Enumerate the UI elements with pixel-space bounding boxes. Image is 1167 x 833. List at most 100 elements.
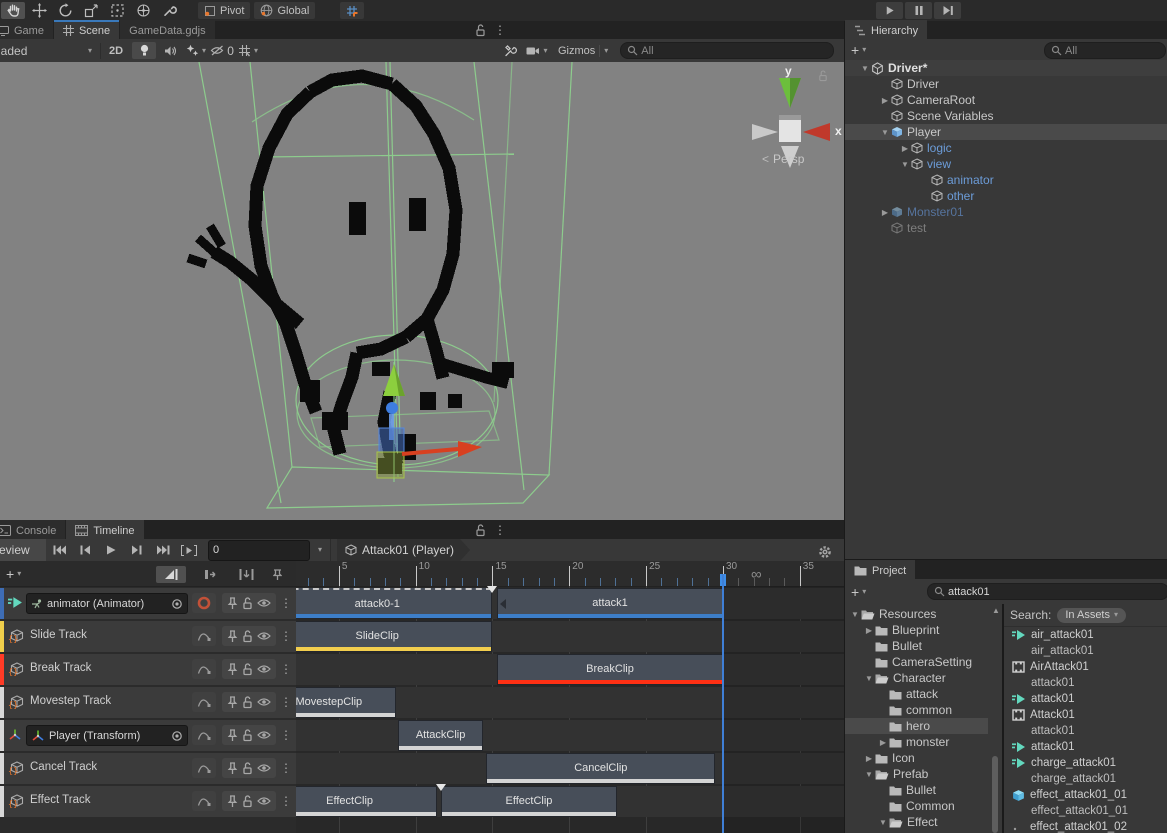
scene-lock-icon[interactable] [475,24,486,37]
mute-eye-icon[interactable] [257,664,271,674]
timeline-clip-breakclip[interactable]: BreakClip [497,654,723,685]
timeline-clip-attackclip[interactable]: AttackClip [398,720,483,751]
curves-toggle-button[interactable] [192,659,216,679]
expand-arrow-icon[interactable]: ▼ [877,818,889,827]
pin-icon[interactable] [227,663,238,676]
expand-arrow-icon[interactable]: ▶ [879,96,891,105]
track-menu-kebab[interactable]: ⋮ [280,794,292,808]
lock-icon[interactable] [242,762,253,775]
scene-search-input[interactable]: All [620,42,834,59]
tab-hierarchy[interactable]: Hierarchy [845,20,927,39]
track-lane-movestep-track[interactable]: MovestepClip [296,687,844,718]
snap-grid-button[interactable] [340,2,364,19]
track-menu-kebab[interactable]: ⋮ [280,695,292,709]
curves-toggle-button[interactable] [192,725,216,745]
scroll-up-icon[interactable]: ▲ [992,606,1000,615]
play-timeline-button[interactable] [99,542,123,559]
pin-icon[interactable] [227,696,238,709]
expand-arrow-icon[interactable]: ▼ [859,64,871,73]
ripple-mode-button[interactable] [196,566,226,583]
rotate-tool-button[interactable] [53,2,77,19]
scene-menu-kebab[interactable]: ⋮ [494,23,506,37]
play-range-button[interactable] [177,542,201,559]
rect-tool-button[interactable] [105,2,129,19]
track-menu-kebab[interactable]: ⋮ [280,596,292,610]
asset-result-charge-attack01[interactable]: charge_attack01 [1004,771,1167,787]
hierarchy-item-other[interactable]: other [845,188,1167,204]
tab-timeline[interactable]: Timeline [66,520,143,539]
project-folder-bullet[interactable]: Bullet [845,782,988,798]
frame-field-dropdown[interactable]: ▾ [318,546,322,554]
timeline-menu-kebab[interactable]: ⋮ [494,523,506,537]
expand-arrow-icon[interactable]: ▼ [879,128,891,137]
track-header-player-transform[interactable]: Player (Transform)⋮ [0,720,296,751]
timeline-clip-slideclip[interactable]: SlideClip [296,621,492,652]
global-toggle[interactable]: Global [254,2,315,19]
hierarchy-item-driver[interactable]: ▼Driver* [845,60,1167,76]
track-header-movestep-track[interactable]: {}Movestep Track⋮ [0,687,296,718]
track-menu-kebab[interactable]: ⋮ [280,728,292,742]
track-menu-kebab[interactable]: ⋮ [280,662,292,676]
frame-field[interactable]: 0 [208,540,310,561]
gizmo-lock-icon[interactable] [818,70,828,82]
replace-mode-button[interactable] [231,566,261,583]
lighting-toggle[interactable] [132,42,156,59]
clip-boundary-marker[interactable] [487,586,497,593]
project-folder-monster[interactable]: ▶monster [845,734,988,750]
track-lane-break-track[interactable]: BreakClip [296,654,844,685]
hierarchy-item-monster01[interactable]: ▶Monster01 [845,204,1167,220]
hierarchy-item-logic[interactable]: ▶logic [845,140,1167,156]
asset-result-effect-attack01-02[interactable]: effect_attack01_02 [1004,819,1167,833]
hierarchy-item-cameraroot[interactable]: ▶CameraRoot [845,92,1167,108]
hierarchy-item-animator[interactable]: animator [845,172,1167,188]
curves-toggle-button[interactable] [192,758,216,778]
hierarchy-search-input[interactable]: All [1044,42,1166,59]
lock-icon[interactable] [242,729,253,742]
tab-console[interactable]: Console [0,520,65,539]
scrollbar-thumb[interactable] [992,756,998,833]
hierarchy-item-test[interactable]: test [845,220,1167,236]
project-folder-blueprint[interactable]: ▶Blueprint [845,622,988,638]
in-assets-filter[interactable]: In Assets▾ [1057,608,1126,623]
pin-icon[interactable] [227,729,238,742]
mix-mode-button[interactable] [156,566,186,583]
object-picker-icon[interactable] [171,730,183,742]
expand-arrow-icon[interactable]: ▼ [863,770,875,779]
camera-overlay-dropdown[interactable]: ▾ [525,42,549,59]
effects-dropdown[interactable]: ▾ [184,42,208,59]
project-folder-camerasetting[interactable]: CameraSetting [845,654,988,670]
asset-result-charge-attack01[interactable]: charge_attack01 [1004,755,1167,771]
project-search-input[interactable]: attack01 [927,583,1167,600]
expand-arrow-icon[interactable]: ▶ [877,738,889,747]
track-lane-animator-animator[interactable]: attack0-1attack1 [296,588,844,619]
hierarchy-create-button[interactable]: +▾ [845,42,872,58]
track-lane-slide-track[interactable]: SlideClip [296,621,844,652]
goto-start-button[interactable] [47,542,71,559]
asset-result-air-attack01[interactable]: air_attack01 [1004,627,1167,643]
preview-toggle[interactable]: Preview [0,539,46,561]
breadcrumb[interactable]: Attack01 (Player) [337,539,470,561]
lock-icon[interactable] [242,597,253,610]
hierarchy-item-driver[interactable]: Driver [845,76,1167,92]
persp-label-group[interactable]: < Persp [762,152,804,166]
mute-eye-icon[interactable] [257,796,271,806]
transform-tool-button[interactable] [131,2,155,19]
project-folder-hero[interactable]: hero [845,718,988,734]
asset-result-attack01[interactable]: attack01 [1004,691,1167,707]
pin-icon[interactable] [227,795,238,808]
hierarchy-item-scene-variables[interactable]: Scene Variables [845,108,1167,124]
expand-arrow-icon[interactable]: ▼ [899,160,911,169]
shading-dropdown[interactable]: Shaded ▾ [0,39,100,62]
mute-eye-icon[interactable] [257,697,271,707]
record-button[interactable] [192,593,216,613]
pin-icon[interactable] [227,597,238,610]
expand-arrow-icon[interactable]: ▶ [863,754,875,763]
audio-toggle[interactable] [158,42,182,59]
tab-project[interactable]: Project [845,560,915,579]
2d-toggle[interactable]: 2D [103,42,129,59]
track-lane-cancel-track[interactable]: CancelClip [296,753,844,784]
hierarchy-item-player[interactable]: ▼Player [845,124,1167,140]
hand-tool-button[interactable] [1,2,25,19]
lock-icon[interactable] [242,795,253,808]
asset-result-attack01[interactable]: attack01 [1004,739,1167,755]
